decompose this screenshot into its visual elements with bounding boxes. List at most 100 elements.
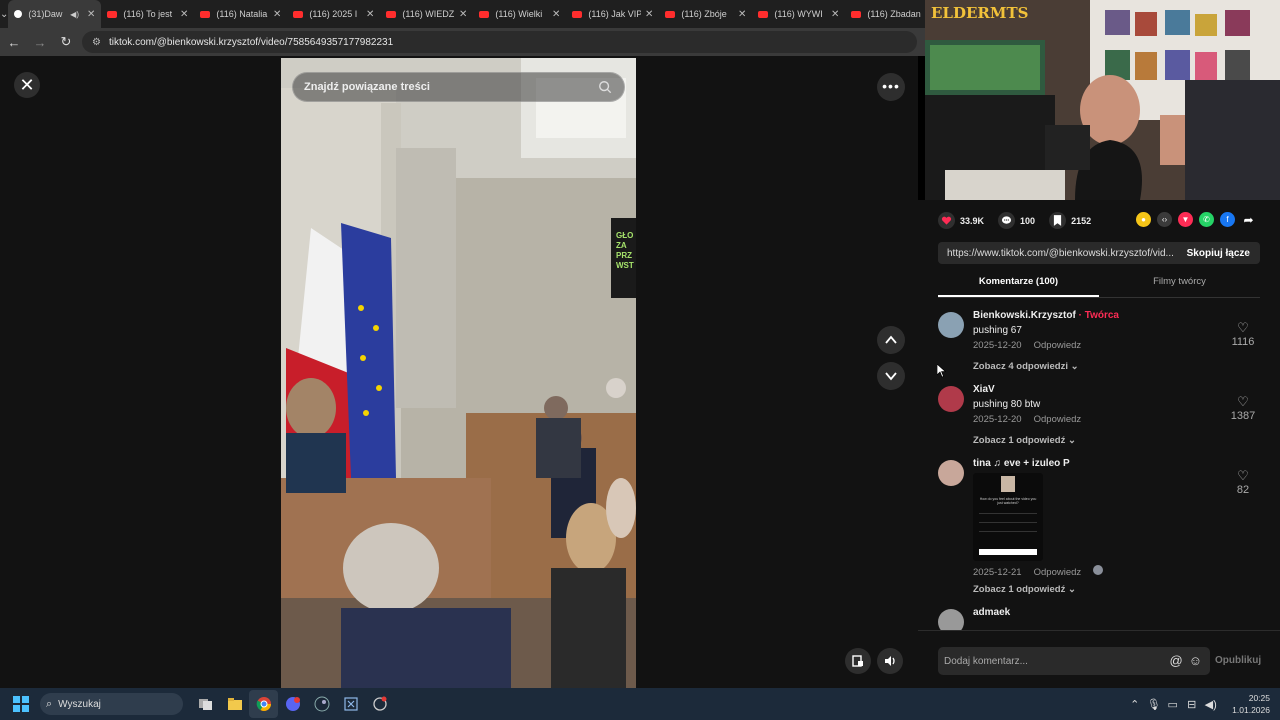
heart-icon[interactable]	[938, 212, 955, 229]
link-copy-row: https://www.tiktok.com/@bienkowski.krzys…	[938, 242, 1260, 264]
comment-sticker-image[interactable]: How do you feel about the video you just…	[973, 473, 1043, 561]
tab-close-icon[interactable]: ✕	[738, 9, 746, 20]
reload-icon[interactable]: ↻	[54, 34, 78, 50]
emoji-icon[interactable]: ☺	[1189, 653, 1202, 668]
mention-icon[interactable]: @	[1170, 653, 1183, 668]
windows-start-icon[interactable]	[13, 696, 29, 712]
more-options-icon[interactable]: •••	[877, 73, 905, 101]
tab-youtube[interactable]: (116) WYWI ✕	[752, 0, 845, 28]
task-view-icon[interactable]	[191, 690, 220, 718]
floating-player-button[interactable]	[845, 648, 871, 674]
tab-tiktok[interactable]: (31)Daw ◀) ✕	[8, 0, 102, 28]
taskbar-search[interactable]: ⌕ Wyszukaj	[40, 693, 183, 715]
taskbar-apps	[191, 690, 394, 718]
url-field[interactable]: ⚙ tiktok.com/@bienkowski.krzysztof/video…	[82, 31, 917, 53]
network-icon[interactable]: ⊟	[1182, 698, 1201, 711]
tab-close-icon[interactable]: ✕	[831, 9, 839, 20]
tab-youtube[interactable]: (116) To jest ✕	[101, 0, 194, 28]
file-explorer-icon[interactable]	[220, 690, 249, 718]
tab-youtube[interactable]: (116) Zbadan	[845, 0, 925, 28]
speaker-icon[interactable]: ◀)	[70, 10, 79, 19]
app-icon[interactable]	[365, 690, 394, 718]
tab-close-icon[interactable]: ✕	[645, 9, 653, 20]
avatar[interactable]	[938, 312, 964, 338]
tab-title: (116) Zbadan	[867, 9, 921, 19]
tab-youtube[interactable]: (116) 2025 I ✕	[287, 0, 380, 28]
site-info-icon[interactable]: ⚙	[92, 37, 101, 48]
next-video-button[interactable]	[877, 362, 905, 390]
microphone-icon[interactable]: 🎙︎	[1144, 698, 1163, 711]
view-replies-button[interactable]: Zobacz 1 odpowiedź ⌄	[973, 584, 1268, 595]
tab-youtube[interactable]: (116) Wielki ✕	[473, 0, 566, 28]
add-comment-input[interactable]: Dodaj komentarz... @ ☺	[938, 647, 1210, 675]
xbox-icon[interactable]	[336, 690, 365, 718]
chevron-up-icon[interactable]: ⌃	[1125, 698, 1144, 711]
tab-close-icon[interactable]: ✕	[180, 9, 188, 20]
heart-outline-icon[interactable]: ♡	[1228, 394, 1258, 410]
tab-search-icon[interactable]: ⌄	[0, 0, 8, 28]
video-frame[interactable]: GŁO ZA PRZ WST	[281, 58, 636, 688]
youtube-favicon-icon	[665, 10, 676, 18]
comment-like[interactable]: ♡ 1387	[1228, 394, 1258, 422]
comment-stat[interactable]: 100	[998, 212, 1035, 229]
send-icon[interactable]: ▼	[1178, 212, 1193, 227]
tab-title: (116) Natalia	[216, 9, 268, 19]
whatsapp-icon[interactable]: ✆	[1199, 212, 1214, 227]
reply-button[interactable]: Odpowiedz	[1034, 414, 1082, 425]
tab-close-icon[interactable]: ✕	[459, 9, 467, 20]
steam-icon[interactable]	[307, 690, 336, 718]
tab-close-icon[interactable]: ✕	[366, 9, 374, 20]
related-search-input[interactable]: Znajdź powiązane treści	[292, 72, 625, 102]
view-replies-button[interactable]: Zobacz 1 odpowiedź ⌄	[973, 435, 1268, 446]
tab-close-icon[interactable]: ✕	[273, 9, 281, 20]
comment-like[interactable]: ♡ 82	[1228, 468, 1258, 496]
forward-arrow-icon[interactable]: →	[28, 35, 52, 50]
avatar[interactable]	[938, 386, 964, 412]
url-text: tiktok.com/@bienkowski.krzysztof/video/7…	[108, 36, 394, 48]
tab-youtube[interactable]: (116) WIEDZ ✕	[380, 0, 473, 28]
heart-outline-icon[interactable]: ♡	[1228, 468, 1258, 484]
discord-icon[interactable]	[278, 690, 307, 718]
heart-outline-icon[interactable]: ♡	[1228, 320, 1258, 336]
youtube-favicon-icon	[851, 10, 862, 18]
avatar[interactable]	[938, 609, 964, 630]
like-stat[interactable]: 33.9K	[938, 212, 984, 229]
publish-button[interactable]: Opublikuj	[1215, 655, 1261, 666]
bookmark-icon[interactable]	[1049, 212, 1067, 229]
comment-bubble-icon[interactable]	[998, 212, 1016, 229]
tab-youtube[interactable]: (116) Zbóje ✕	[659, 0, 752, 28]
volume-button[interactable]	[877, 648, 903, 674]
tab-close-icon[interactable]: ✕	[552, 9, 560, 20]
windows-taskbar: ⌕ Wyszukaj ⌃ 🎙︎ ▭ ⊟ ◀) 20:25 1.01.2026	[0, 688, 1280, 720]
copy-link-button[interactable]: Skopiuj łącze	[1177, 248, 1260, 259]
tab-youtube[interactable]: (116) Jak VIP ✕	[566, 0, 659, 28]
display-icon[interactable]: ▭	[1163, 698, 1182, 711]
previous-video-button[interactable]	[877, 326, 905, 354]
comment-author[interactable]: admaek	[973, 607, 1268, 618]
close-icon[interactable]: ✕	[14, 72, 40, 98]
coin-icon[interactable]: ●	[1136, 212, 1151, 227]
tab-creator-videos[interactable]: Filmy twórcy	[1099, 276, 1260, 297]
save-stat[interactable]: 2152	[1049, 212, 1091, 229]
tab-title: (116) Jak VIP	[588, 9, 641, 19]
facebook-icon[interactable]: f	[1220, 212, 1235, 227]
tab-close-icon[interactable]: ✕	[87, 9, 95, 20]
clock[interactable]: 20:25 1.01.2026	[1232, 692, 1270, 716]
reply-button[interactable]: Odpowiedz	[1034, 567, 1082, 578]
reply-button[interactable]: Odpowiedz	[1034, 340, 1082, 351]
comment-like[interactable]: ♡ 1116	[1228, 320, 1258, 348]
tab-youtube[interactable]: (116) Natalia ✕	[194, 0, 287, 28]
embed-icon[interactable]: ‹›	[1157, 212, 1172, 227]
comment-author[interactable]: XiaV	[973, 384, 1268, 395]
chevron-down-icon	[885, 372, 897, 381]
share-arrow-icon[interactable]: ➦	[1241, 212, 1256, 227]
avatar[interactable]	[938, 460, 964, 486]
volume-icon[interactable]: ◀)	[1201, 698, 1220, 711]
chrome-icon[interactable]	[249, 690, 278, 718]
tab-comments[interactable]: Komentarze (100)	[938, 276, 1099, 297]
search-icon[interactable]	[598, 80, 612, 94]
comment-author[interactable]: Bienkowski.Krzysztof	[973, 310, 1076, 321]
view-replies-button[interactable]: Zobacz 4 odpowiedzi ⌄	[973, 361, 1268, 372]
comment-author[interactable]: tina ♫ eve + izuleo P	[973, 458, 1268, 469]
back-arrow-icon[interactable]: ←	[2, 35, 26, 50]
